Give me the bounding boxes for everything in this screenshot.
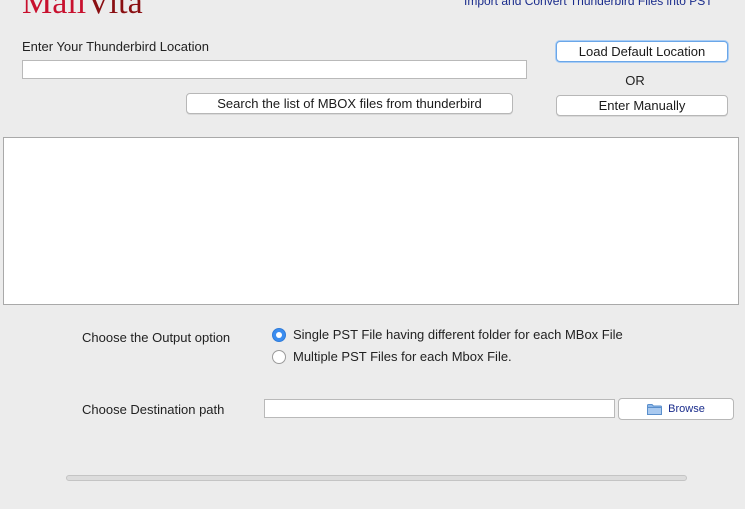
- output-option-label: Choose the Output option: [82, 330, 231, 345]
- app-window: MailVita Import and Convert Thunderbird …: [0, 0, 745, 509]
- output-option-multiple-label: Multiple PST Files for each Mbox File.: [293, 349, 512, 364]
- load-default-location-button[interactable]: Load Default Location: [556, 41, 728, 62]
- folder-icon: [647, 403, 663, 415]
- enter-manually-button[interactable]: Enter Manually: [556, 95, 728, 116]
- thunderbird-location-input[interactable]: [22, 60, 527, 79]
- destination-path-label: Choose Destination path: [82, 402, 225, 417]
- browse-button-label: Browse: [668, 403, 705, 415]
- destination-path-input[interactable]: [264, 399, 615, 418]
- mbox-file-list[interactable]: [3, 137, 739, 305]
- output-option-single-label: Single PST File having different folder …: [293, 327, 623, 342]
- logo-mail-text: Mail: [22, 0, 87, 21]
- conversion-progress-bar: [66, 475, 687, 481]
- logo-vita-text: Vita: [86, 0, 143, 21]
- app-tagline: Import and Convert Thunderbird Files int…: [464, 0, 713, 8]
- output-option-multiple-pst[interactable]: Multiple PST Files for each Mbox File.: [272, 349, 512, 364]
- search-mbox-button-label: Search the list of MBOX files from thund…: [217, 96, 482, 111]
- radio-selected-icon[interactable]: [272, 327, 286, 342]
- output-option-single-pst[interactable]: Single PST File having different folder …: [272, 327, 623, 342]
- thunderbird-location-label: Enter Your Thunderbird Location: [22, 39, 209, 54]
- browse-button[interactable]: Browse: [618, 398, 734, 420]
- load-default-location-label: Load Default Location: [578, 44, 706, 59]
- mailvita-logo: MailVita: [22, 0, 143, 20]
- search-mbox-button[interactable]: Search the list of MBOX files from thund…: [186, 93, 513, 114]
- radio-unselected-icon[interactable]: [272, 349, 286, 364]
- enter-manually-label: Enter Manually: [598, 98, 686, 113]
- or-separator: OR: [625, 73, 645, 88]
